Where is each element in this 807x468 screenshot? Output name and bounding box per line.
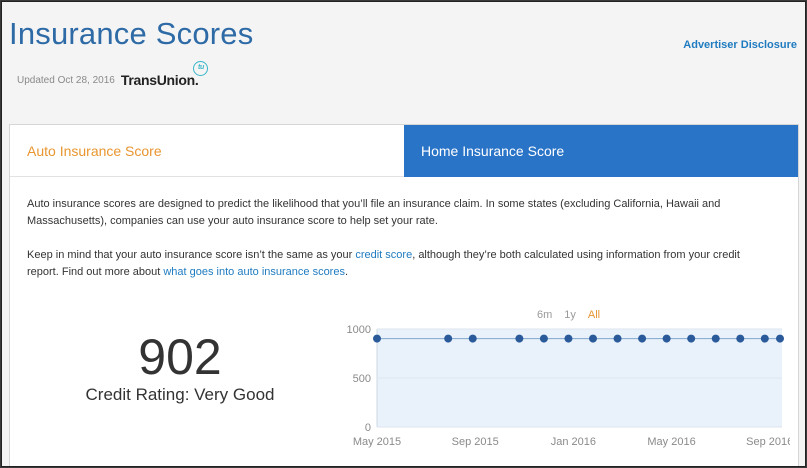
tab-bar: Auto Insurance Score Home Insurance Scor… [10,125,798,177]
y-tick-label: 0 [365,422,371,434]
series-point [564,334,573,343]
score-value: 902 [138,329,222,385]
series-point [589,334,597,343]
score-block: 902 Credit Rating: Very Good [70,331,290,405]
series-point [515,334,524,343]
x-tick-label: Sep 2016 [746,436,790,448]
score-history-chart: 1000 500 0 May 2015 Sep 2015 Jan 2016 May 2016… [347,324,790,448]
series-point [687,334,696,343]
page-title: Insurance Scores [9,16,254,51]
series-point [539,334,548,343]
series-point [662,334,671,343]
series-point [373,334,381,343]
y-tick-label: 1000 [347,324,371,336]
auto-insurance-scores-link[interactable]: what goes into auto insurance scores [163,266,345,278]
x-tick-label: May 2016 [647,436,695,448]
x-tick-label: Jan 2016 [551,436,596,448]
description-paragraph-2: Keep in mind that your auto insurance sc… [27,247,767,281]
series-point [711,334,720,343]
insurance-score-card: Auto Insurance Score Home Insurance Scor… [9,124,799,466]
series-point [638,334,647,343]
score-caption: Credit Rating: Very Good [85,385,275,404]
tab-auto-insurance-score[interactable]: Auto Insurance Score [10,125,404,177]
y-tick-label: 500 [353,373,371,385]
credit-score-link[interactable]: credit score [355,249,412,261]
transunion-logo: TransUnion. tu [120,61,209,88]
series-point [468,334,477,343]
updated-row: Updated Oct 28, 2016 TransUnion. tu [17,61,209,88]
series-point [776,334,784,343]
brand-name: TransUnion. [120,72,199,88]
description-paragraph-1: Auto insurance scores are designed to pr… [27,198,721,227]
transunion-logo-mark-icon: tu [193,61,209,76]
x-tick-label: Sep 2015 [452,436,499,448]
p2-text-after: . [344,266,349,278]
advertiser-disclosure-link[interactable]: Advertiser Disclosure [683,39,797,51]
series-point [736,334,745,343]
updated-date: Updated Oct 28, 2016 [17,74,115,86]
description: Auto insurance scores are designed to pr… [27,196,767,298]
x-tick-label: May 2015 [353,436,401,448]
tab-home-insurance-score[interactable]: Home Insurance Score [404,125,798,177]
p2-text-before: Keep in mind that your auto insurance sc… [27,249,356,261]
series-point [613,334,622,343]
series-point [760,334,769,343]
series-point [444,334,453,343]
app-frame: Insurance Scores Advertiser Disclosure U… [1,1,806,467]
